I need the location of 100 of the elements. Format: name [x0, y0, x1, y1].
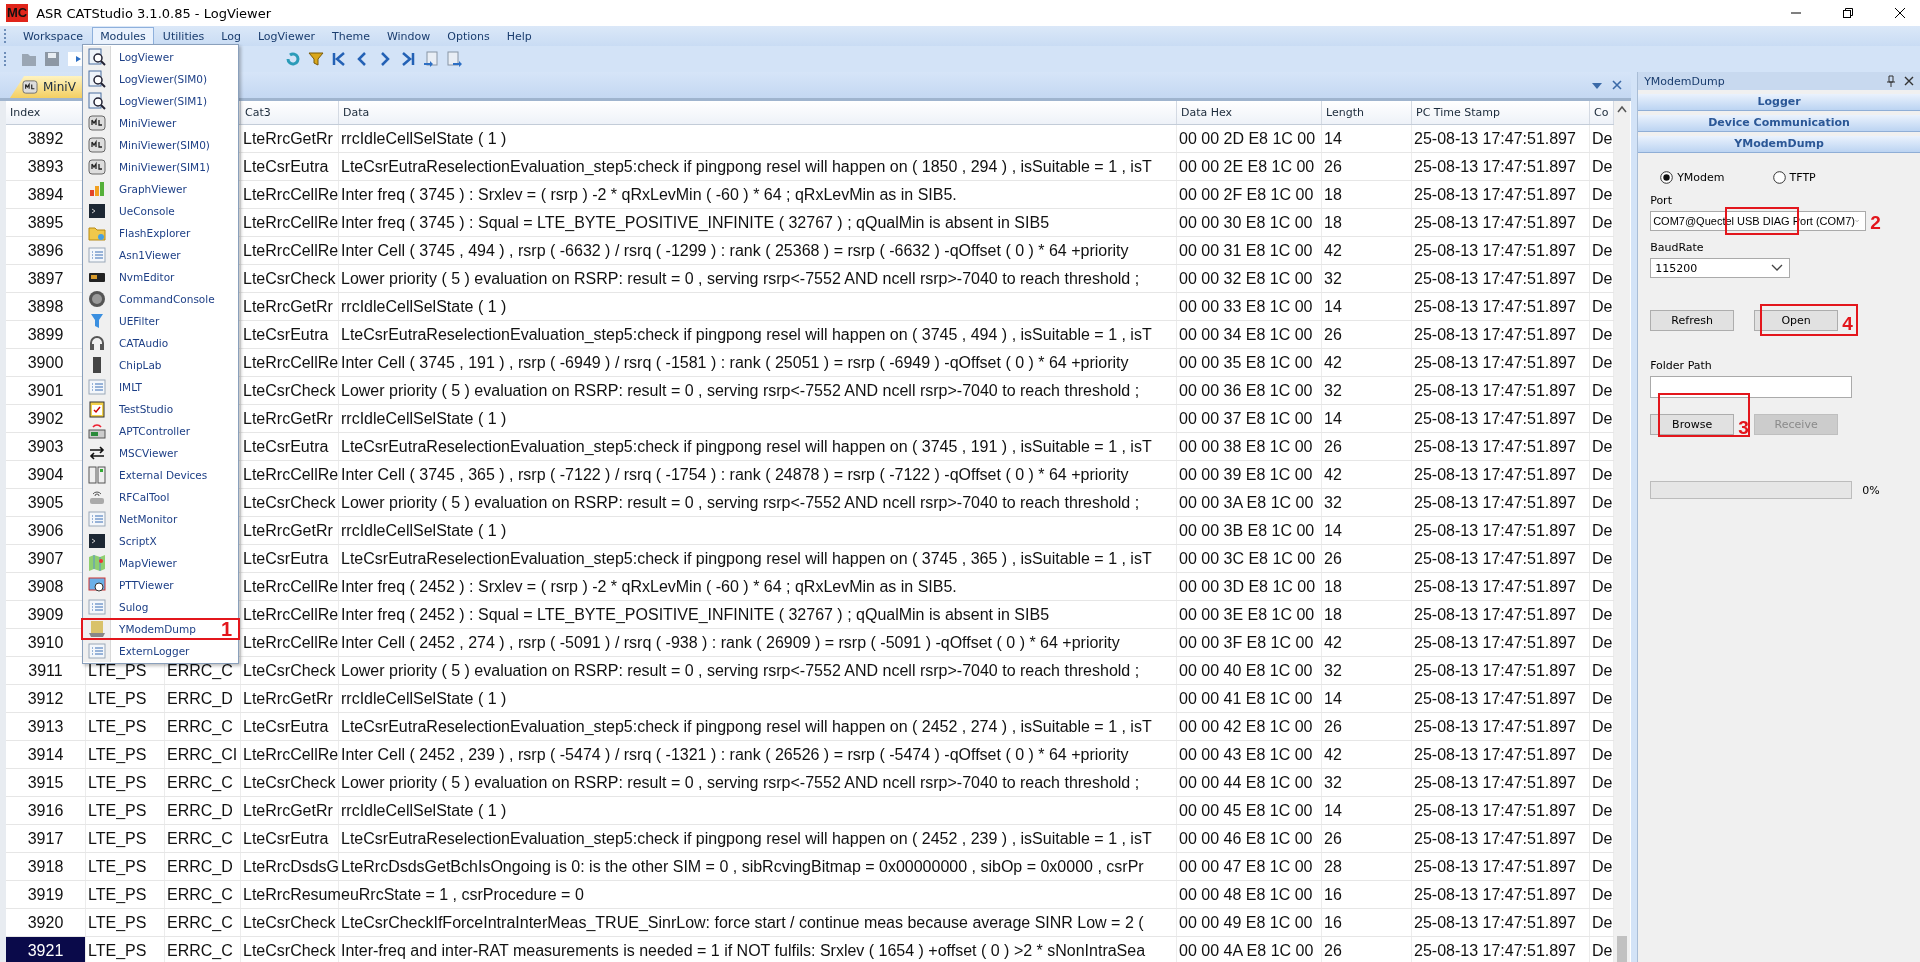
pin-icon[interactable] — [1886, 75, 1896, 87]
table-cell: 26 — [1322, 713, 1412, 740]
button[interactable]: Open — [1754, 310, 1839, 331]
menu-item[interactable]: RFCalTool — [83, 486, 238, 508]
menu-item[interactable]: MSCViewer — [83, 442, 238, 464]
menu-item[interactable]: CommandConsole — [83, 288, 238, 310]
table-cell: 28 — [1322, 853, 1412, 880]
table-cell: Inter Cell ( 2452 , 274 ) , rsrp ( -5091 ) / rsrq ( -938 ) : rank ( 26909 ) = rsrp ( -5091 ) -qOffset ( 0 ) * 64 +priority — [339, 629, 1177, 656]
menu-item[interactable]: ScriptX — [83, 530, 238, 552]
table-cell: 00 00 49 E8 1C 00 — [1177, 909, 1322, 936]
radio-label[interactable]: TFTP — [1789, 171, 1816, 184]
section-header[interactable]: Device Communication — [1638, 115, 1920, 132]
import-icon[interactable] — [422, 50, 440, 68]
menu-item[interactable]: Window — [378, 26, 439, 46]
scrollbar[interactable] — [1614, 101, 1630, 962]
table-cell: 25-08-13 17:47:51.897 — [1412, 153, 1590, 180]
menu-item[interactable]: LogViewer — [249, 26, 323, 46]
table-cell: 25-08-13 17:47:51.897 — [1412, 517, 1590, 544]
chevron-icon — [1855, 217, 1860, 225]
table-cell: 00 00 46 E8 1C 00 — [1177, 825, 1322, 852]
refresh-icon[interactable] — [284, 50, 302, 68]
menu-item[interactable]: External Devices — [83, 464, 238, 486]
column-header[interactable]: Length — [1322, 101, 1412, 124]
menu-item[interactable]: MiniViewer(SIM1) — [83, 156, 238, 178]
table-cell: Inter freq ( 2452 ) : Squal = LTE_BYTE_POSITIVE_INFINITE ( 32767 ) ; qQualMin is absent in SIB5 — [339, 601, 1177, 628]
close-icon[interactable] — [1894, 7, 1906, 19]
menu-item[interactable]: Options — [439, 26, 498, 46]
column-header[interactable]: Data Hex — [1177, 101, 1322, 124]
radio-button[interactable] — [1660, 171, 1674, 184]
badge-icon — [87, 159, 106, 175]
table-cell: ERRC_D — [165, 685, 241, 712]
menu-item[interactable]: Workspace — [15, 26, 92, 46]
radio-label[interactable]: YModem — [1677, 171, 1725, 184]
menu-item[interactable]: Help — [498, 26, 540, 46]
menu-item[interactable]: Theme — [323, 26, 378, 46]
table-cell: 3921 — [6, 937, 86, 962]
column-header[interactable]: Data — [339, 101, 1177, 124]
scroll-up-icon[interactable] — [1617, 105, 1627, 113]
table-cell: 3920 — [6, 909, 86, 936]
table-cell: 14 — [1322, 293, 1412, 320]
dropdown-icon[interactable] — [1591, 81, 1604, 91]
menu-item[interactable]: NvmEditor — [83, 266, 238, 288]
menu-item[interactable]: CATAudio — [83, 332, 238, 354]
panel-title: YModemDump — [1644, 74, 1725, 88]
menu-item[interactable]: ChipLab — [83, 354, 238, 376]
magnifier-icon — [87, 70, 106, 88]
button[interactable]: Browse — [1650, 414, 1735, 435]
radio-button[interactable] — [1772, 171, 1786, 184]
table-cell: 14 — [1322, 125, 1412, 152]
save-icon[interactable] — [43, 50, 61, 68]
folder-path-field[interactable] — [1650, 376, 1853, 398]
menu-item[interactable]: MiniViewer(SIM0) — [83, 134, 238, 156]
menu-item[interactable]: APTController — [83, 420, 238, 442]
table-cell: Lower priority ( 5 ) evaluation on RSRP: result = 0 , serving rsrp<-7552 AND ncell rsrp>-7040 to reach threshold ; — [339, 657, 1177, 684]
column-header[interactable]: PC Time Stamp — [1412, 101, 1590, 124]
section-header[interactable]: YModemDump — [1638, 136, 1920, 153]
chip-icon — [90, 356, 103, 374]
column-header[interactable]: Cat3 — [241, 101, 339, 124]
table-cell: LteCsrEutraReselectionEvaluation_step5:check if pingpong resel will happen on ( 3745 , 191 ) , isSuitable = 1 , isT — [339, 433, 1177, 460]
menu-item[interactable]: MiniViewer — [83, 112, 238, 134]
menu-item[interactable]: FlashExplorer — [83, 222, 238, 244]
table-cell: 00 00 3A E8 1C 00 — [1177, 489, 1322, 516]
table-cell: 25-08-13 17:47:51.897 — [1412, 321, 1590, 348]
baud-rate-dropdown[interactable]: 115200 — [1650, 258, 1791, 278]
scroll-thumb[interactable] — [1617, 936, 1627, 962]
menu-item[interactable]: Asn1Viewer — [83, 244, 238, 266]
menu-item[interactable]: ExternLogger — [83, 640, 238, 662]
menu-item[interactable]: NetMonitor — [83, 508, 238, 530]
table-cell: 25-08-13 17:47:51.897 — [1412, 685, 1590, 712]
table-cell: 00 00 44 E8 1C 00 — [1177, 769, 1322, 796]
section-header[interactable]: Logger — [1638, 94, 1920, 111]
close-icon[interactable] — [1904, 76, 1914, 86]
button[interactable]: Refresh — [1650, 310, 1735, 331]
field-label: BaudRate — [1650, 241, 1704, 254]
table-cell: Inter Cell ( 3745 , 494 ) , rsrp ( -6632 ) / rsrq ( -1299 ) : rank ( 25368 ) = rsrp ( -6632 ) -qOffset ( 0 ) * 64 +priority — [339, 237, 1177, 264]
table-cell: 42 — [1322, 741, 1412, 768]
menu-item[interactable]: IMLT — [83, 376, 238, 398]
menu-item[interactable]: Log — [213, 26, 249, 46]
table-cell: LteRrcDsdsGetBchIsOngoing is 0: is the other SIM = 0 , sibRcvingBitmap = 0x00000000 , sibOp = 0x0000 , csrPr — [339, 853, 1177, 880]
menu-item[interactable]: PTTViewer — [83, 574, 238, 596]
table-cell: 26 — [1322, 433, 1412, 460]
table-cell: 25-08-13 17:47:51.897 — [1412, 209, 1590, 236]
table-cell: LteRrcGetRr — [241, 797, 339, 824]
menu-item[interactable]: GraphViewer — [83, 178, 238, 200]
menu-item[interactable]: LogViewer(SIM1) — [83, 90, 238, 112]
table-cell: LTE_PS — [86, 685, 165, 712]
menu-item[interactable]: Utilities — [154, 26, 213, 46]
menu-item[interactable]: Sulog — [83, 596, 238, 618]
menu-item[interactable]: UeConsole — [83, 200, 238, 222]
funnel-icon[interactable] — [307, 50, 325, 68]
menu-item[interactable]: UEFilter — [83, 310, 238, 332]
restore-icon[interactable] — [1842, 7, 1854, 19]
table-cell: rrcIdleCellSelState ( 1 ) — [339, 405, 1177, 432]
menu-item[interactable]: TestStudio — [83, 398, 238, 420]
table-cell: Lower priority ( 5 ) evaluation on RSRP: result = 0 , serving rsrp<-7552 AND ncell rsrp>-7040 to reach threshold ; — [339, 265, 1177, 292]
export-icon[interactable] — [445, 50, 463, 68]
menu-item[interactable]: MapViewer — [83, 552, 238, 574]
menu-item[interactable]: LogViewer(SIM0) — [83, 68, 238, 90]
menu-item[interactable]: LogViewer — [83, 46, 238, 68]
table-cell: 00 00 34 E8 1C 00 — [1177, 321, 1322, 348]
